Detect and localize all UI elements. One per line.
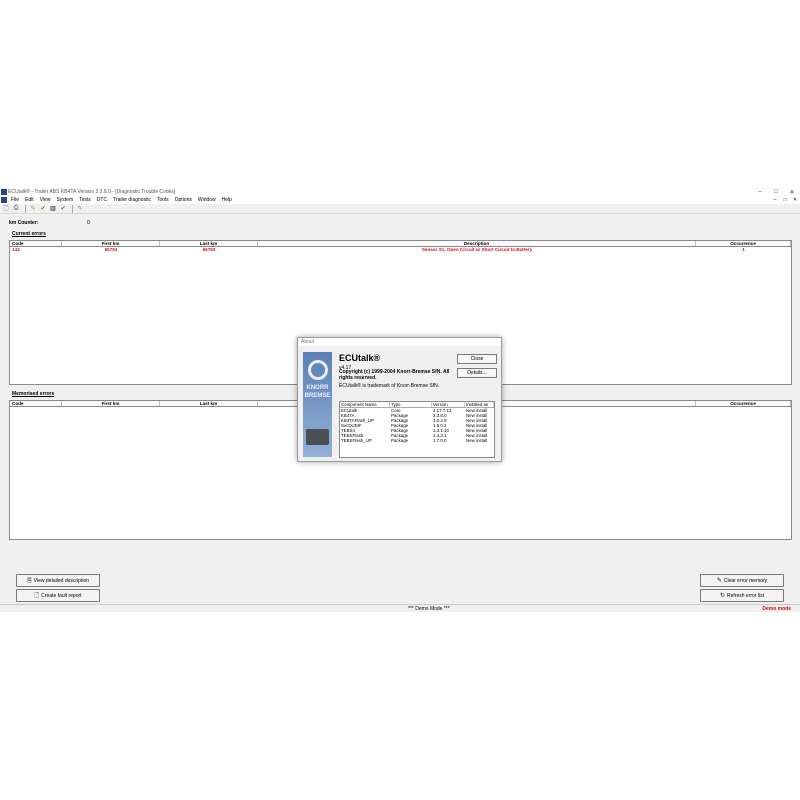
bus-image [306,429,329,445]
cell-code: 143 [12,247,20,252]
menu-system[interactable]: System [56,197,73,203]
check-icon[interactable]: ✔ [39,205,47,213]
about-details-button[interactable]: Details... [457,368,497,378]
logo-text-knorr: KNORR [306,385,329,391]
col-occurrence[interactable]: Occurrence [696,401,791,406]
km-counter-label: km Counter: [9,220,39,226]
col-description[interactable]: Description [258,241,696,246]
status-demo-indicator: Demo mode [762,605,791,612]
cell-occurrence: 1 [742,247,745,252]
menu-tools[interactable]: Tools [157,197,169,203]
menu-window[interactable]: Window [198,197,216,203]
col-occurrence[interactable]: Occurrence [696,241,791,246]
cell-last-km: 65793 [202,247,216,252]
col-first-km[interactable]: First km [62,401,160,406]
about-copyright: Copyright (c) 1999-2004 Knorr-Bremse SfN… [339,369,450,381]
report-icon: 🗋 [34,592,40,599]
clear-icon[interactable]: ✎ [76,205,84,213]
memorised-errors-title: Memorised errors [12,391,55,397]
title-bar: ECUtalk® - Trailer ABS KB4TA Version 2.3… [0,188,800,196]
col-code[interactable]: Code [10,241,62,246]
menu-help[interactable]: Help [222,197,232,203]
menu-options[interactable]: Options [175,197,192,203]
view-description-label: View detailed description [33,577,90,584]
col-first-km[interactable]: First km [62,241,160,246]
eraser-icon: ✎ [716,578,722,584]
status-demo-mode: *** Demo Mode *** [408,605,450,612]
menu-view[interactable]: View [40,197,51,203]
cell-description: Sensor S1, Open Circuit or Short Circuit… [421,247,533,252]
about-app-name: ECUtalk® [339,353,381,363]
current-errors-title: Current errors [12,231,46,237]
create-report-button[interactable]: 🗋 Create fault report [16,589,100,602]
view-description-button[interactable]: 🗎 View detailed description [16,574,100,587]
col-type[interactable]: Type [390,402,432,407]
cell-first-km: 65793 [104,247,118,252]
col-installed-as[interactable]: Installed as [465,402,494,407]
about-close-button[interactable]: Close [457,354,497,364]
menu-tests[interactable]: Tests [79,197,91,203]
component-type: Package [391,438,409,443]
mdi-close-button[interactable]: ✕ [790,197,800,203]
col-last-km[interactable]: Last km [160,401,258,406]
col-component-name[interactable]: Component Name [340,402,390,407]
component-version: 1.7.0.0 [433,438,447,443]
mdi-restore-button[interactable]: □ [780,197,790,203]
menu-file[interactable]: File [11,197,19,203]
components-list: Component Name Type Version Installed as… [339,401,495,458]
knorr-logo-icon [308,360,328,380]
close-window-button[interactable]: ✕ [784,189,800,196]
minimize-button[interactable]: – [752,189,768,196]
mdi-doc-icon[interactable] [1,197,7,203]
about-title: About [298,338,501,346]
col-code[interactable]: Code [10,401,62,406]
about-trademark: ECUtalk® is trademark of Knorr-Bremse Sf… [339,383,440,389]
view-icon: 🗎 [26,577,32,584]
menu-trailer-diagnostic[interactable]: Trailer diagnostic [113,197,151,203]
connect-icon[interactable]: ✎ [29,205,37,213]
refresh-button[interactable]: ↻ Refresh error list [700,589,784,602]
logo-text-bremse: BREMSE [304,393,331,399]
status-bar: *** Demo Mode *** Demo mode [0,604,800,612]
toolbar-separator [25,204,26,213]
toolbar-separator [72,204,73,213]
component-name: TEBSFlash_UP [341,438,372,443]
knorr-bremse-banner: KNORR BREMSE [303,352,332,457]
clear-memory-label: Clear error memory [723,577,768,584]
maximize-button[interactable]: □ [768,189,784,196]
refresh-icon: ↻ [720,593,726,599]
new-document-icon[interactable]: 🗋 [2,205,10,213]
print-icon[interactable]: ⎙ [12,205,20,213]
mdi-minimize-button[interactable]: – [770,197,780,203]
component-installed: New install [466,438,488,443]
refresh-label: Refresh error list [727,592,764,599]
clear-memory-button[interactable]: ✎ Clear error memory [700,574,784,587]
list-item[interactable]: TEBSFlash_UP Package 1.7.0.0 New install [340,438,494,443]
menu-edit[interactable]: Edit [25,197,34,203]
col-last-km[interactable]: Last km [160,241,258,246]
chart-icon[interactable]: ▥ [49,205,57,213]
toolbar: 🗋 ⎙ ✎ ✔ ▥ ✔ ✎ [0,204,800,214]
app-logo-icon [1,189,7,195]
create-report-label: Create fault report [41,592,82,599]
table-row[interactable]: 143 65793 65793 Sensor S1, Open Circuit … [10,247,791,253]
check-all-icon[interactable]: ✔ [59,205,67,213]
about-dialog: About KNORR BREMSE ECUtalk® v4.17 Copyri… [297,337,502,462]
menu-dtc[interactable]: DTC [97,197,107,203]
window-title: ECUtalk® - Trailer ABS KB4TA Version 2.3… [8,189,176,195]
km-counter-value: 0 [87,220,90,226]
col-version[interactable]: Version [432,402,465,407]
menu-bar: File Edit View System Tests DTC Trailer … [0,196,800,204]
